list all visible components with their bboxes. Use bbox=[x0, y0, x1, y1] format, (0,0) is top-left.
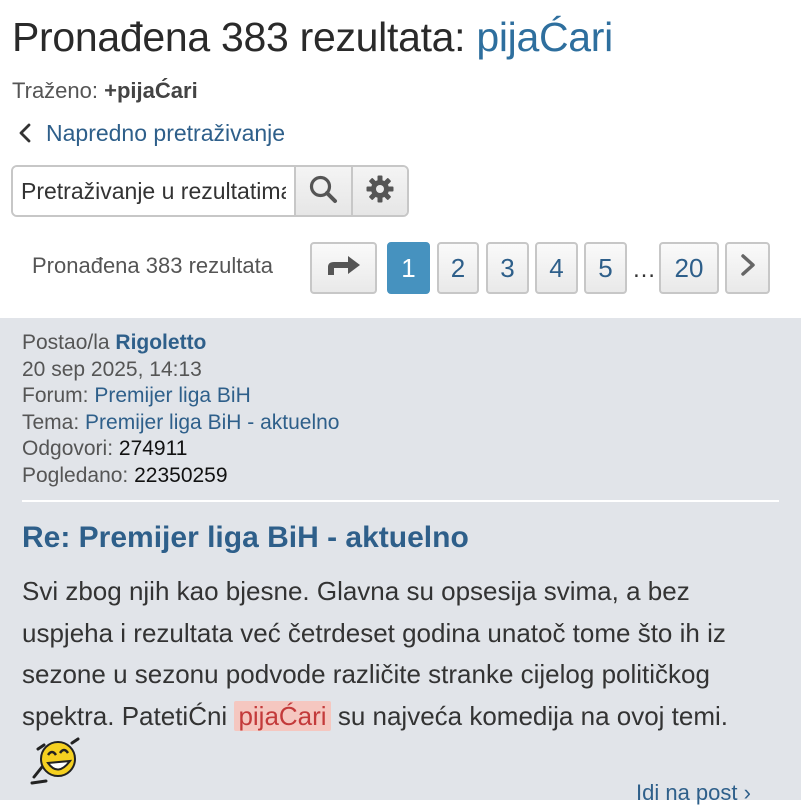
replies-count: 274911 bbox=[118, 437, 188, 461]
laughing-smiley-icon bbox=[28, 737, 82, 800]
search-result-post: Postao/la Rigoletto 20 sep 2025, 14:13 F… bbox=[0, 318, 801, 805]
replies-label: Odgovori: bbox=[22, 437, 114, 461]
page-2-button[interactable]: 2 bbox=[437, 242, 479, 294]
post-date: 20 sep 2025, 14:13 bbox=[22, 357, 202, 381]
search-button[interactable] bbox=[294, 167, 351, 215]
forum-link[interactable]: Premijer liga BiH bbox=[94, 384, 250, 407]
views-count: 22350259 bbox=[134, 463, 228, 487]
search-icon bbox=[308, 174, 338, 209]
chevron-left-icon bbox=[18, 121, 32, 147]
advanced-search-button[interactable] bbox=[350, 167, 407, 215]
forum-label: Forum: bbox=[22, 384, 89, 408]
divider bbox=[22, 500, 779, 502]
page-4-button[interactable]: 4 bbox=[535, 242, 578, 294]
page-title: Pronađena 383 rezultata: pijaĆari bbox=[12, 14, 613, 61]
pagination-ellipsis: … bbox=[632, 256, 656, 283]
title-query: pijaĆari bbox=[476, 14, 613, 60]
topic-link[interactable]: Premijer liga BiH - aktuelno bbox=[85, 411, 339, 434]
next-page-button[interactable] bbox=[725, 242, 770, 294]
post-meta: Postao/la Rigoletto 20 sep 2025, 14:13 F… bbox=[22, 330, 339, 490]
posted-by-label: Postao/la bbox=[22, 331, 110, 354]
body-text-after: su najveća komedija na ovoj temi. bbox=[330, 700, 729, 731]
page-5-button[interactable]: 5 bbox=[584, 242, 627, 294]
searched-label: Traženo: bbox=[12, 78, 99, 103]
advanced-search-label: Napredno pretraživanje bbox=[46, 120, 286, 146]
views-label: Pogledano: bbox=[22, 463, 129, 487]
topic-label: Tema: bbox=[22, 410, 80, 434]
search-input[interactable] bbox=[13, 167, 294, 215]
gear-icon bbox=[365, 174, 395, 209]
highlighted-search-term: pijaĆari bbox=[234, 700, 331, 731]
post-title-link[interactable]: Re: Premijer liga BiH - aktuelno bbox=[22, 521, 469, 555]
advanced-search-link[interactable]: Napredno pretraživanje bbox=[18, 120, 285, 147]
search-within-results bbox=[11, 165, 409, 217]
last-page-button[interactable]: 20 bbox=[659, 242, 719, 294]
searched-term: +pijaĆari bbox=[104, 78, 198, 103]
page-1-button[interactable]: 1 bbox=[387, 242, 430, 294]
result-count: Pronađena 383 rezultata bbox=[32, 253, 273, 278]
post-body: Svi zbog njih kao bjesne. Glavna su opse… bbox=[22, 571, 782, 800]
title-prefix: Pronađena 383 rezultata: bbox=[12, 14, 477, 60]
page-3-button[interactable]: 3 bbox=[486, 242, 529, 294]
share-arrow-icon bbox=[326, 253, 362, 284]
chevron-right-icon bbox=[740, 253, 756, 284]
pagination-bar: Pronađena 383 rezultata 1 2 3 4 5 … 20 bbox=[0, 240, 801, 296]
jump-to-page-button[interactable] bbox=[310, 242, 377, 294]
author-link[interactable]: Rigoletto bbox=[115, 331, 206, 354]
go-to-post-link[interactable]: Idi na post › bbox=[636, 780, 751, 806]
searched-terms: Traženo: +pijaĆari bbox=[12, 78, 198, 104]
